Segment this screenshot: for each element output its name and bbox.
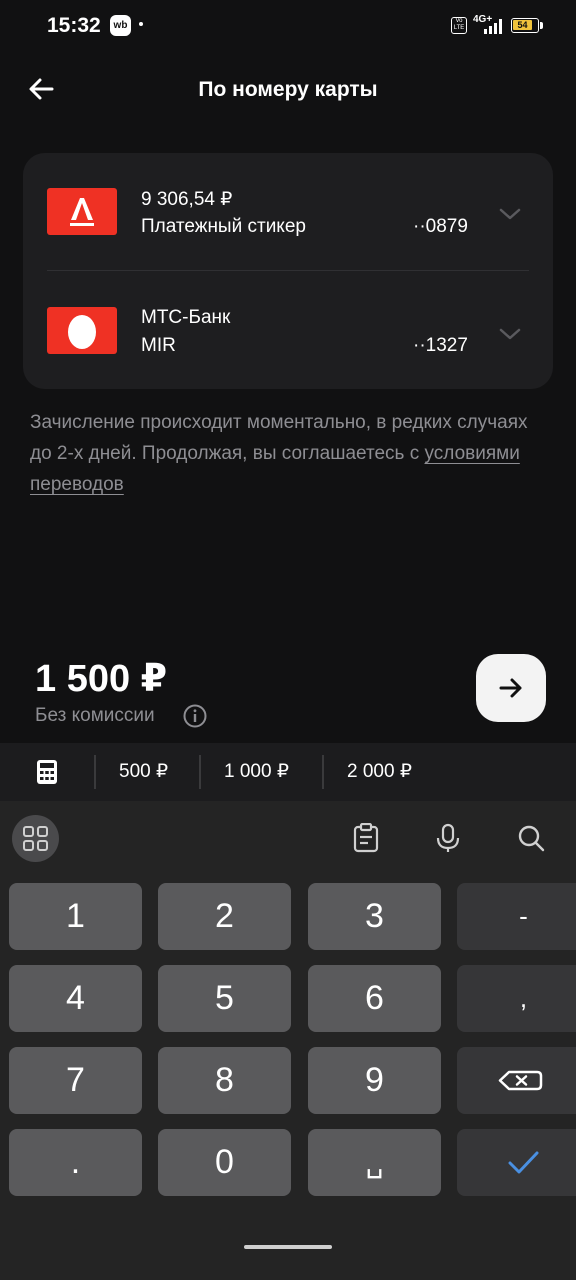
keyboard-toolbar — [0, 801, 576, 873]
separator — [199, 755, 201, 789]
battery-tip — [540, 22, 543, 29]
backspace-icon — [498, 1070, 543, 1091]
key-2[interactable]: 2 — [158, 883, 291, 950]
quick-amount-2000[interactable]: 2 000 ₽ — [347, 760, 412, 783]
transfer-info-text: Зачисление происходит моментально, в ред… — [30, 407, 552, 500]
destination-card-selector[interactable]: МТС-Банк MIR ··1327 — [23, 271, 553, 389]
card-balance: 9 306,54 ₽ — [141, 189, 233, 210]
card-last-digits: ··1327 — [413, 335, 468, 356]
search-icon[interactable] — [517, 823, 545, 853]
clipboard-icon[interactable] — [352, 823, 380, 853]
key-6[interactable]: 6 — [308, 965, 441, 1032]
key-dot[interactable]: . — [9, 1129, 142, 1196]
key-3[interactable]: 3 — [308, 883, 441, 950]
key-1[interactable]: 1 — [9, 883, 142, 950]
card-last-digits: ··0879 — [413, 216, 468, 237]
calculator-icon[interactable] — [36, 759, 58, 785]
key-minus[interactable]: - — [457, 883, 576, 950]
chevron-down-icon — [499, 328, 521, 340]
wb-app-icon: wb — [110, 15, 131, 36]
backspace-key[interactable] — [457, 1047, 576, 1114]
quick-amount-1000[interactable]: 1 000 ₽ — [224, 760, 289, 783]
battery-icon: 54 — [511, 18, 539, 33]
key-9[interactable]: 9 — [308, 1047, 441, 1114]
battery-level: 54 — [513, 20, 532, 30]
home-indicator[interactable] — [244, 1245, 332, 1249]
mts-bank-logo — [47, 307, 117, 354]
done-key[interactable] — [457, 1129, 576, 1196]
chevron-down-icon — [499, 208, 521, 220]
key-comma[interactable]: , — [457, 965, 576, 1032]
volte-icon: Vo LTE — [451, 17, 467, 34]
signal-icon — [484, 19, 502, 34]
grid-icon — [23, 826, 48, 851]
notification-dot-icon — [139, 22, 143, 26]
microphone-icon[interactable] — [434, 823, 462, 853]
transfer-amount[interactable]: 1 500 ₽ — [35, 656, 167, 701]
quick-amount-500[interactable]: 500 ₽ — [119, 760, 168, 783]
key-5[interactable]: 5 — [158, 965, 291, 1032]
bank-name: МТС-Банк — [141, 307, 231, 328]
checkmark-icon — [508, 1151, 539, 1174]
numeric-keyboard: 1 2 3 - 4 5 6 , 7 8 9 . 0 ␣ — [0, 873, 576, 1280]
info-icon[interactable] — [183, 704, 207, 728]
page-title: По номеру карты — [198, 78, 378, 101]
card-panel: 9 306,54 ₽ Платежный стикер ··0879 МТС-Б… — [23, 153, 553, 389]
continue-button[interactable] — [476, 654, 546, 722]
source-card-selector[interactable]: 9 306,54 ₽ Платежный стикер ··0879 — [23, 153, 553, 271]
separator — [322, 755, 324, 789]
fee-label: Без комиссии — [35, 705, 155, 726]
key-8[interactable]: 8 — [158, 1047, 291, 1114]
card-type: MIR — [141, 335, 176, 356]
alfa-bank-logo — [47, 188, 117, 235]
space-key[interactable]: ␣ — [308, 1129, 441, 1196]
quick-amount-bar: 500 ₽ 1 000 ₽ 2 000 ₽ — [0, 743, 576, 801]
key-7[interactable]: 7 — [9, 1047, 142, 1114]
status-time: 15:32 — [47, 14, 101, 37]
keyboard-menu-button[interactable] — [12, 815, 59, 862]
arrow-right-icon — [499, 678, 522, 698]
key-4[interactable]: 4 — [9, 965, 142, 1032]
card-name: Платежный стикер — [141, 216, 306, 237]
key-0[interactable]: 0 — [158, 1129, 291, 1196]
separator — [94, 755, 96, 789]
